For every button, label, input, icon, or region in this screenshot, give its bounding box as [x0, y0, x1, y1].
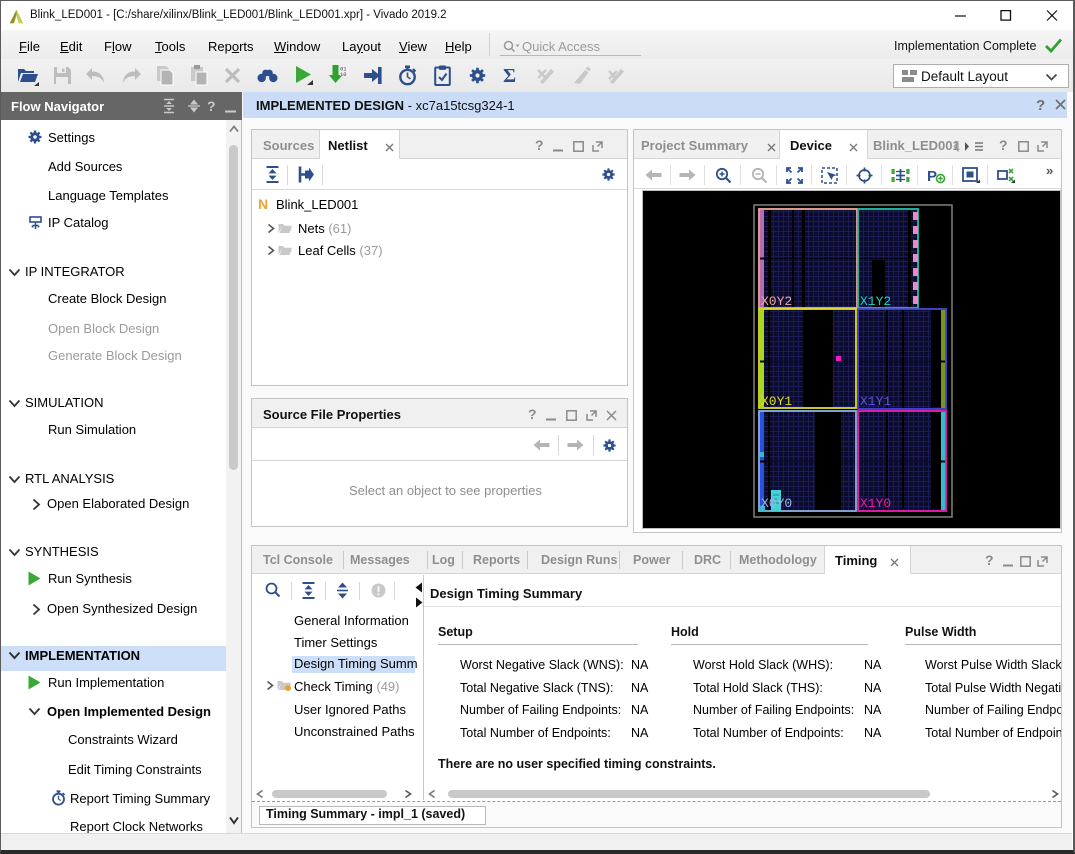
- svg-text:X1Y1: X1Y1: [860, 394, 891, 409]
- svg-text:10: 10: [340, 71, 347, 78]
- svg-text:X0Y1: X0Y1: [761, 394, 792, 409]
- svg-text:X0Y0: X0Y0: [761, 496, 792, 511]
- svg-text:X0Y2: X0Y2: [761, 294, 792, 309]
- svg-text:X1Y0: X1Y0: [860, 496, 891, 511]
- svg-text:?: ?: [207, 98, 216, 114]
- svg-text:P: P: [927, 168, 937, 184]
- svg-text:Σ: Σ: [503, 65, 516, 85]
- svg-text:X1Y2: X1Y2: [860, 294, 891, 309]
